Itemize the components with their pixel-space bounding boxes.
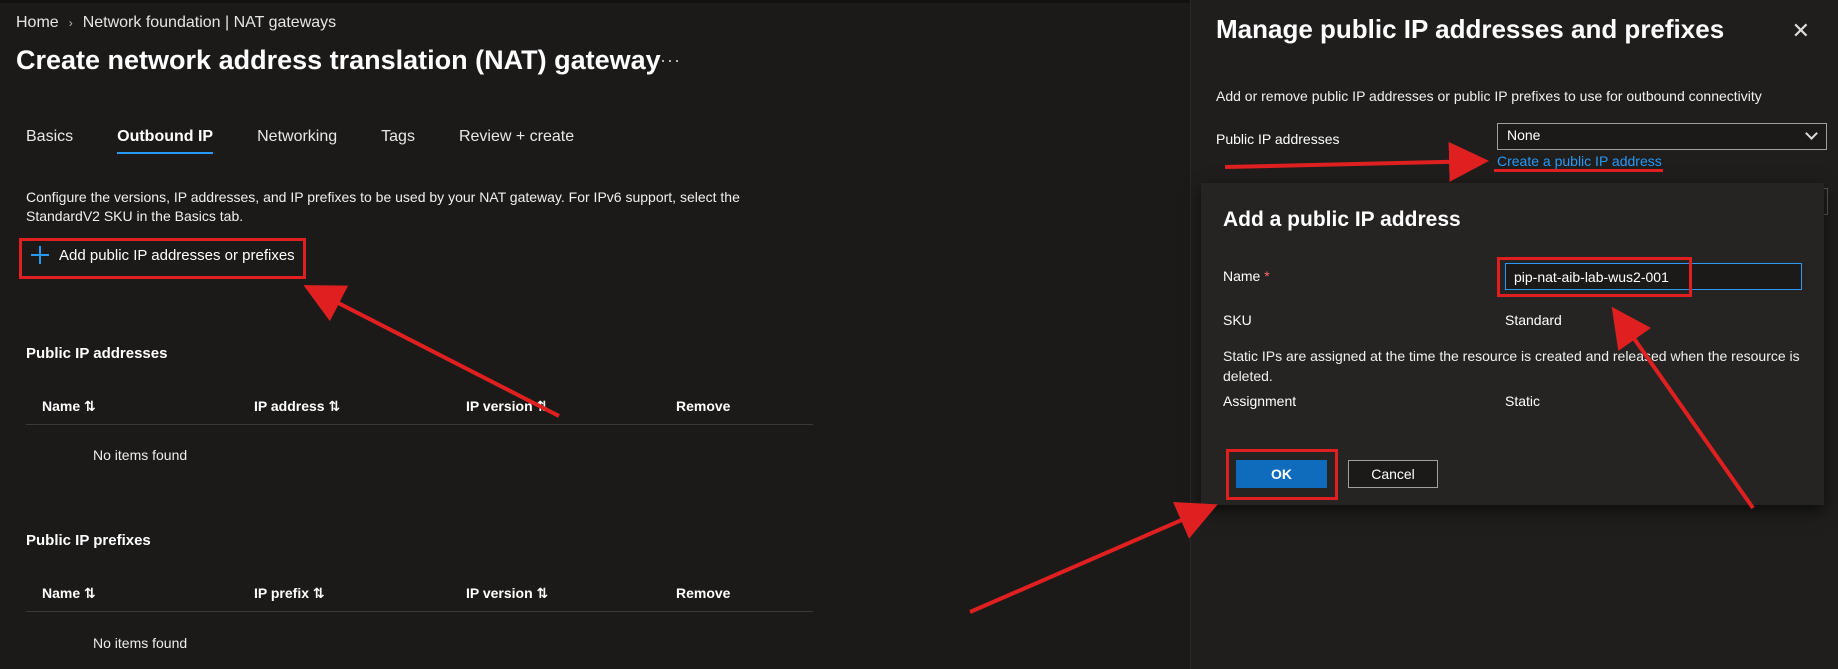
- ok-button[interactable]: OK: [1236, 460, 1327, 488]
- cancel-button[interactable]: Cancel: [1348, 460, 1438, 488]
- add-public-ip-button[interactable]: Add public IP addresses or prefixes: [31, 246, 295, 264]
- tab-basics[interactable]: Basics: [26, 128, 73, 154]
- arrow-to-ok-button: [969, 502, 1218, 614]
- grid-divider: [26, 611, 813, 612]
- breadcrumb-separator: ›: [68, 16, 73, 30]
- public-ip-prefixes-title: Public IP prefixes: [26, 532, 151, 549]
- public-ip-addresses-title: Public IP addresses: [26, 345, 168, 362]
- breadcrumb-home[interactable]: Home: [16, 14, 59, 32]
- column-name[interactable]: Name ⇅: [42, 398, 96, 415]
- sku-value: Standard: [1505, 312, 1562, 328]
- column-remove: Remove: [676, 398, 731, 414]
- column-ip-version[interactable]: IP version ⇅: [466, 585, 548, 602]
- tab-outbound-ip[interactable]: Outbound IP: [117, 128, 213, 154]
- close-icon[interactable]: ✕: [1792, 18, 1810, 44]
- sku-label: SKU: [1223, 312, 1252, 328]
- column-remove: Remove: [676, 585, 731, 601]
- create-public-ip-link[interactable]: Create a public IP address: [1497, 153, 1662, 169]
- more-options-button[interactable]: ···: [660, 50, 681, 71]
- panel-description: Add or remove public IP addresses or pub…: [1216, 88, 1762, 104]
- panel-title: Manage public IP addresses and prefixes: [1216, 14, 1725, 44]
- tab-review-create[interactable]: Review + create: [459, 128, 574, 154]
- column-ip-address[interactable]: IP address ⇅: [254, 398, 340, 415]
- dialog-title: Add a public IP address: [1223, 208, 1461, 231]
- arrow-to-add-button: [303, 285, 560, 418]
- column-ip-prefix[interactable]: IP prefix ⇅: [254, 585, 325, 602]
- outbound-ip-description: Configure the versions, IP addresses, an…: [26, 189, 740, 224]
- static-ip-note: Static IPs are assigned at the time the …: [1223, 348, 1800, 384]
- public-ip-prefixes-header: Name ⇅ IP prefix ⇅ IP version ⇅ Remove: [26, 585, 813, 611]
- assignment-value: Static: [1505, 393, 1541, 409]
- plus-icon: [31, 246, 49, 264]
- wizard-tabs: Basics Outbound IP Networking Tags Revie…: [26, 128, 618, 154]
- dropdown-value: None: [1507, 127, 1541, 143]
- public-ip-addresses-label: Public IP addresses: [1216, 131, 1340, 147]
- public-ip-prefixes-empty: No items found: [93, 635, 188, 651]
- name-label: Name *: [1223, 268, 1270, 284]
- chevron-down-icon: [1805, 127, 1818, 140]
- name-input[interactable]: [1505, 263, 1802, 290]
- required-marker: *: [1264, 268, 1270, 284]
- breadcrumb: Home › Network foundation | NAT gateways: [16, 14, 336, 32]
- page-title: Create network address translation (NAT)…: [16, 45, 661, 75]
- public-ip-addresses-header: Name ⇅ IP address ⇅ IP version ⇅ Remove: [26, 398, 813, 424]
- column-name[interactable]: Name ⇅: [42, 585, 96, 602]
- column-ip-version[interactable]: IP version ⇅: [466, 398, 548, 415]
- public-ip-addresses-empty: No items found: [93, 447, 188, 463]
- public-ip-addresses-dropdown[interactable]: None: [1497, 123, 1827, 150]
- tab-networking[interactable]: Networking: [257, 128, 337, 154]
- add-public-ip-dialog: Add a public IP address Name * SKU Stand…: [1201, 183, 1824, 505]
- name-label-text: Name: [1223, 268, 1261, 284]
- tab-tags[interactable]: Tags: [381, 128, 415, 154]
- assignment-label: Assignment: [1223, 393, 1297, 409]
- grid-divider: [26, 424, 813, 425]
- breadcrumb-nat-gateways[interactable]: Network foundation | NAT gateways: [83, 14, 336, 32]
- add-public-ip-label: Add public IP addresses or prefixes: [59, 246, 295, 264]
